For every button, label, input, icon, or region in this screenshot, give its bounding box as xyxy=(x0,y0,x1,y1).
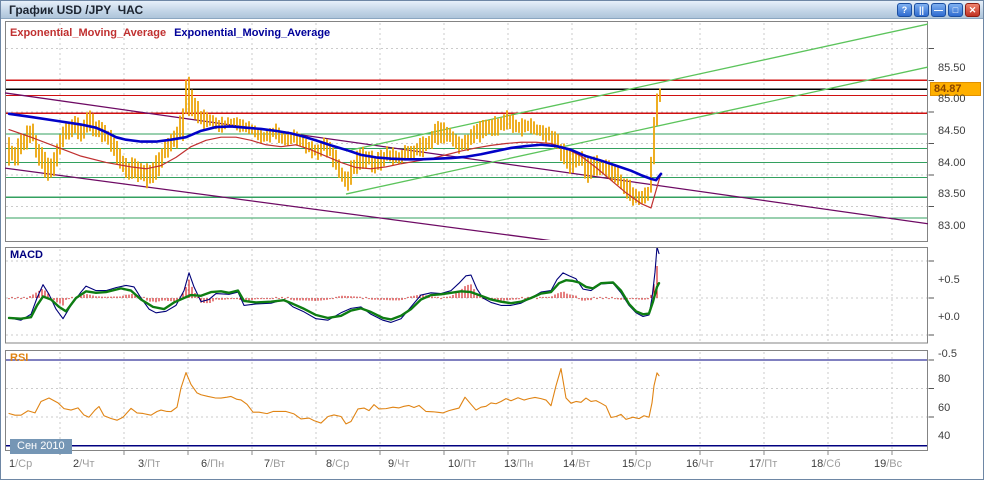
time-axis-day-label: 14/Вт xyxy=(563,458,590,470)
price-axis-tick: 84.00 xyxy=(938,157,966,169)
indicator-legend: Exponential_Moving_Average Exponential_Mo… xyxy=(10,27,330,39)
minimize-button[interactable]: — xyxy=(931,3,946,17)
month-badge: Сен 2010 xyxy=(10,439,72,454)
time-axis-day-label: 13/Пн xyxy=(504,458,533,470)
price-chart-panel[interactable] xyxy=(5,40,928,261)
price-axis-tick: 85.50 xyxy=(938,62,966,74)
macd-axis-tick: -0.5 xyxy=(938,348,957,360)
rsi-indicator-label: RSI xyxy=(10,352,28,364)
macd-panel[interactable] xyxy=(5,266,928,362)
time-axis-day-label: 8/Ср xyxy=(326,458,349,470)
legend-ema-blue: Exponential_Moving_Average xyxy=(174,27,330,39)
time-axis-day-label: 17/Пт xyxy=(749,458,777,470)
rsi-axis-tick: 60 xyxy=(938,402,950,414)
time-axis-day-label: 19/Вс xyxy=(874,458,902,470)
time-axis-day-label: 9/Чт xyxy=(388,458,410,470)
restore-button[interactable]: □ xyxy=(948,3,963,17)
rsi-panel[interactable] xyxy=(5,369,928,470)
time-axis-day-label: 7/Вт xyxy=(264,458,285,470)
time-axis-day-label: 3/Пт xyxy=(138,458,160,470)
chart-window: График USD /JPY ЧАС ?||—□✕ Exponential_M… xyxy=(0,0,984,480)
price-axis-tick: 84.50 xyxy=(938,125,966,137)
macd-axis-tick: +0.0 xyxy=(938,311,960,323)
window-controls: ?||—□✕ xyxy=(897,3,980,17)
price-axis-tick: 83.00 xyxy=(938,220,966,232)
title-bar[interactable]: График USD /JPY ЧАС ?||—□✕ xyxy=(1,1,983,19)
price-axis-tick: 85.00 xyxy=(938,93,966,105)
close-button[interactable]: ✕ xyxy=(965,3,980,17)
legend-ema-red: Exponential_Moving_Average xyxy=(10,27,166,39)
time-axis-day-label: 10/Пт xyxy=(448,458,476,470)
window-title: График USD /JPY ЧАС xyxy=(1,3,143,17)
time-axis-day-label: 2/Чт xyxy=(73,458,95,470)
macd-indicator-label: MACD xyxy=(10,249,43,261)
pause-button[interactable]: || xyxy=(914,3,929,17)
time-axis-day-label: 18/Сб xyxy=(811,458,841,470)
rsi-axis-tick: 80 xyxy=(938,373,950,385)
rsi-axis-tick: 40 xyxy=(938,430,950,442)
time-axis-day-label: 1/Ср xyxy=(9,458,32,470)
time-axis-day-label: 16/Чт xyxy=(686,458,714,470)
help-button[interactable]: ? xyxy=(897,3,912,17)
time-axis-day-label: 15/Ср xyxy=(622,458,651,470)
price-axis-tick: 83.50 xyxy=(938,188,966,200)
macd-axis-tick: +0.5 xyxy=(938,274,960,286)
time-axis-day-label: 6/Пн xyxy=(201,458,224,470)
